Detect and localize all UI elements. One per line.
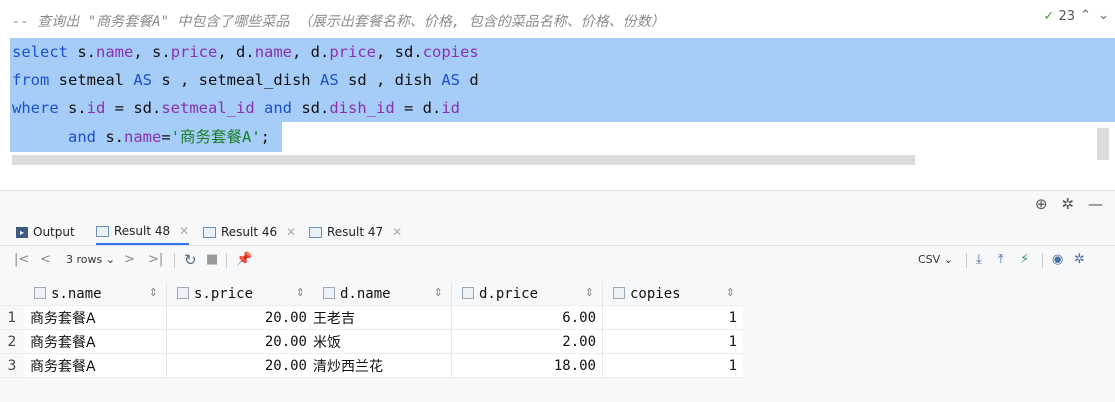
chevron-down-icon[interactable]: ⌄ — [1098, 8, 1109, 23]
tab-result-48[interactable]: Result 48 ✕ — [96, 218, 190, 245]
upload-icon[interactable]: ⤒ — [998, 246, 1004, 274]
next-page-icon[interactable]: > — [124, 246, 135, 274]
column-icon — [462, 286, 474, 299]
settings-icon[interactable]: ✲ — [1074, 246, 1085, 274]
sql-editor[interactable]: -- 查询出 "商务套餐A" 中包含了哪些菜品 （展示出套餐名称、价格, 包含的… — [0, 0, 1115, 190]
inspection-count: 23 — [1058, 9, 1075, 24]
sort-icon: ⇕ — [148, 285, 158, 299]
vertical-scrollbar[interactable] — [1097, 128, 1109, 160]
gear-icon[interactable]: ✲ — [1061, 195, 1074, 213]
close-icon[interactable]: ✕ — [392, 219, 402, 245]
column-header-d-name[interactable]: d.name ⇕ — [313, 282, 452, 306]
chevron-up-icon[interactable]: ⌃ — [1080, 8, 1091, 23]
table-row[interactable]: 2 商务套餐A 20.00 米饭 2.00 1 — [0, 329, 743, 354]
header-row: s.name ⇕ s.price ⇕ d.name ⇕ d.price ⇕ copies… — [0, 282, 743, 306]
table-row[interactable]: 1 商务套餐A 20.00 王老吉 6.00 1 — [0, 305, 743, 330]
view-icon[interactable]: ◉ — [1052, 246, 1063, 274]
row-number-header — [0, 282, 24, 306]
target-icon[interactable]: ⊕ — [1035, 195, 1048, 213]
download-icon[interactable]: ⤓ — [976, 246, 982, 274]
sql-line-3: where s.id = sd.setmeal_id and sd.dish_i… — [12, 99, 461, 117]
sql-line-1: select s.name, s.price, d.name, d.price,… — [12, 43, 479, 61]
last-page-icon[interactable]: >| — [148, 246, 163, 274]
result-toolbar: |< < 3 rows ⌄ > >| ↻ ■ 📌 CSV ⌄ ⤓ ⤒ ⚡ ◉ ✲ — [0, 246, 1115, 274]
table-icon — [203, 226, 216, 238]
column-icon — [613, 286, 625, 299]
sql-line-4: and s.name='商务套餐A'; — [68, 128, 271, 146]
sort-icon: ⇕ — [295, 285, 305, 299]
column-header-copies[interactable]: copies ⇕ — [602, 282, 743, 306]
console-icon: ▸ — [16, 226, 28, 238]
inspection-widget[interactable]: ✓ 23 — [1043, 9, 1075, 24]
result-grid: s.name ⇕ s.price ⇕ d.name ⇕ d.price ⇕ copies… — [0, 282, 743, 378]
column-header-s-price[interactable]: s.price ⇕ — [166, 282, 313, 306]
horizontal-scrollbar[interactable] — [12, 155, 915, 165]
chevron-down-icon: ⌄ — [943, 253, 953, 266]
column-icon — [34, 286, 46, 299]
sql-line-2: from setmeal AS s , setmeal_dish AS sd ,… — [12, 71, 479, 89]
tab-result-46[interactable]: Result 46 ✕ — [203, 219, 296, 245]
sql-comment: -- 查询出 "商务套餐A" 中包含了哪些菜品 （展示出套餐名称、价格, 包含的… — [12, 14, 665, 30]
sort-icon: ⇕ — [433, 285, 443, 299]
column-header-s-name[interactable]: s.name ⇕ — [24, 282, 167, 306]
table-row[interactable]: 3 商务套餐A 20.00 清炒西兰花 18.00 1 — [0, 353, 743, 378]
compare-icon[interactable]: ⚡ — [1020, 246, 1029, 274]
column-header-d-price[interactable]: d.price ⇕ — [451, 282, 603, 306]
format-dropdown[interactable]: CSV ⌄ — [918, 246, 953, 274]
result-tabs: ▸ Output Result 48 ✕ Result 46 ✕ Result 47 ✕ — [0, 219, 1115, 246]
chevron-down-icon: ⌄ — [105, 253, 115, 266]
close-icon[interactable]: ✕ — [179, 218, 189, 244]
prev-page-icon[interactable]: < — [40, 246, 51, 274]
results-panel: ⊕ ✲ — ▸ Output Result 48 ✕ Result 46 ✕ Resu… — [0, 190, 1115, 402]
minimize-icon[interactable]: — — [1088, 195, 1103, 213]
first-page-icon[interactable]: |< — [14, 246, 29, 274]
close-icon[interactable]: ✕ — [286, 219, 296, 245]
column-icon — [177, 286, 189, 299]
tab-output[interactable]: ▸ Output — [16, 219, 75, 245]
pin-icon[interactable]: 📌 — [236, 246, 252, 274]
refresh-icon[interactable]: ↻ — [184, 246, 197, 274]
tab-result-47[interactable]: Result 47 ✕ — [309, 219, 402, 245]
rows-count-dropdown[interactable]: 3 rows ⌄ — [66, 246, 115, 274]
table-icon — [309, 226, 322, 238]
sort-icon: ⇕ — [584, 285, 594, 299]
column-icon — [323, 286, 335, 299]
table-icon — [96, 225, 109, 237]
check-icon: ✓ — [1043, 9, 1055, 24]
panel-header: ⊕ ✲ — — [0, 191, 1115, 219]
sort-icon: ⇕ — [725, 285, 735, 299]
stop-icon[interactable]: ■ — [206, 246, 218, 274]
